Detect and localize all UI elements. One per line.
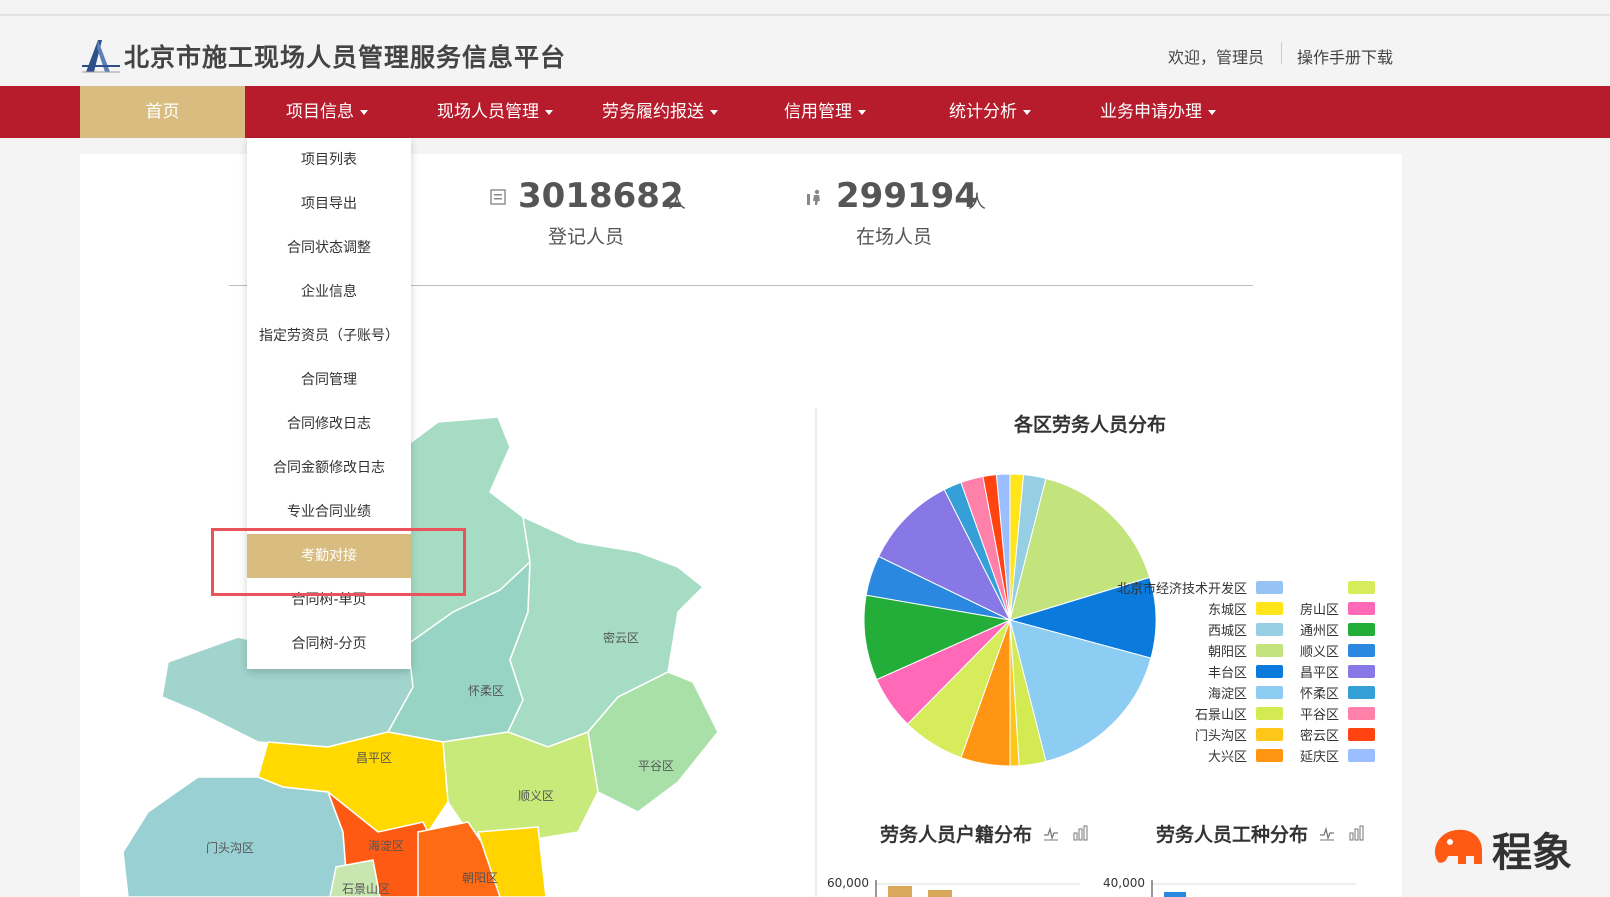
chevron-down-icon: [545, 109, 553, 115]
legend-swatch: [1348, 665, 1375, 678]
legend-swatch: [1348, 623, 1375, 636]
map-label-miyun: 密云区: [603, 630, 639, 645]
worker-onsite-icon: [807, 189, 820, 205]
annotation-highlight-box: [211, 528, 466, 596]
nav-item-credit[interactable]: 信用管理: [765, 86, 885, 138]
menu-item-project-list[interactable]: 项目列表: [247, 138, 411, 182]
platform-logo-icon: [82, 40, 120, 73]
legend-swatch: [1348, 728, 1375, 741]
nav-item-label: 业务申请办理: [1100, 102, 1202, 122]
legend-item[interactable]: 延庆区: [1195, 746, 1375, 765]
onsite-count: 299194: [836, 176, 978, 216]
legend-item[interactable]: 顺义区: [1195, 641, 1375, 660]
nav-item-label: 劳务履约报送: [602, 102, 704, 122]
menu-item-contract-tree-paged[interactable]: 合同树-分页: [247, 622, 411, 666]
map-label-changping: 昌平区: [356, 751, 392, 765]
map-label-mentougou: 门头沟区: [206, 840, 254, 855]
legend-label: 房山区: [1299, 603, 1339, 618]
menu-item-company-info[interactable]: 企业信息: [247, 270, 411, 314]
onsite-unit: 人: [968, 192, 986, 213]
vertical-divider: [815, 408, 817, 897]
registered-unit: 人: [668, 192, 686, 213]
chevron-down-icon: [1023, 109, 1031, 115]
legend-swatch: [1348, 686, 1375, 699]
legend-label: 延庆区: [1299, 750, 1339, 765]
worktype-chart-title: 劳务人员工种分布: [1156, 824, 1309, 846]
household-y-tick: 60,000: [827, 876, 869, 890]
nav-item-label: 首页: [145, 102, 180, 122]
menu-item-contract-change-log[interactable]: 合同修改日志: [247, 402, 411, 446]
map-label-chaoyang: 朝阳区: [462, 871, 498, 885]
menu-item-amount-change-log[interactable]: 合同金额修改日志: [247, 446, 411, 490]
beijing-district-map: 密云区 怀柔区 昌平区 顺义区 平谷区 门头沟区 海淀区 朝阳区 石景山区: [122, 416, 719, 897]
legend-item[interactable]: 密云区: [1195, 725, 1375, 744]
elephant-logo-icon: [1434, 829, 1482, 864]
menu-item-contract-management[interactable]: 合同管理: [247, 358, 411, 402]
chevron-down-icon: [360, 109, 368, 115]
registered-label: 登记人员: [548, 226, 625, 248]
legend-swatch: [1348, 602, 1375, 615]
map-label-pinggu: 平谷区: [638, 759, 674, 773]
nav-item-home[interactable]: 首页: [80, 86, 245, 138]
nav-item-personnel[interactable]: 现场人员管理: [425, 86, 565, 138]
registered-count: 3018682: [518, 176, 684, 216]
legend-item[interactable]: [1195, 578, 1375, 596]
legend-item[interactable]: 通州区: [1195, 620, 1375, 639]
line-chart-icon[interactable]: [1319, 825, 1335, 841]
manual-download-link[interactable]: 操作手册下载: [1297, 44, 1393, 68]
bar: [1164, 892, 1186, 897]
header: 北京市施工现场人员管理服务信息平台 欢迎，管理员 操作手册下载: [0, 16, 1610, 86]
nav-item-project-info[interactable]: 项目信息: [261, 86, 393, 138]
welcome-text: 欢迎，管理员: [1168, 48, 1265, 67]
household-chart-title: 劳务人员户籍分布: [880, 824, 1033, 846]
map-label-huairou: 怀柔区: [468, 684, 504, 698]
nav-item-label: 信用管理: [784, 102, 852, 122]
map-label-haidian: 海淀区: [368, 838, 404, 853]
pie-chart-title: 各区劳务人员分布: [1014, 414, 1167, 436]
map-region-mentougou: [122, 776, 349, 897]
menu-item-project-export[interactable]: 项目导出: [247, 182, 411, 226]
legend-item[interactable]: 怀柔区: [1195, 683, 1375, 702]
nav-item-business-apply[interactable]: 业务申请办理: [1088, 86, 1228, 138]
register-icon: [490, 189, 506, 205]
nav-item-label: 项目信息: [286, 102, 354, 122]
line-chart-icon[interactable]: [1043, 825, 1059, 841]
watermark-text: 程象: [1492, 830, 1572, 876]
nav-item-label: 统计分析: [949, 102, 1017, 122]
menu-item-contract-status[interactable]: 合同状态调整: [247, 226, 411, 270]
worktype-bar-chart: [1151, 880, 1356, 897]
legend-label: 平谷区: [1299, 708, 1339, 723]
chevron-down-icon: [858, 109, 866, 115]
site-title: 北京市施工现场人员管理服务信息平台: [124, 43, 567, 72]
legend-swatch: [1348, 749, 1375, 762]
legend-label: 顺义区: [1299, 645, 1339, 660]
menu-item-labor-officer[interactable]: 指定劳资员（子账号）: [247, 314, 411, 358]
legend-label: 通州区: [1299, 624, 1339, 639]
onsite-label: 在场人员: [856, 226, 933, 248]
legend-item[interactable]: 平谷区: [1195, 704, 1375, 723]
nav-item-statistics[interactable]: 统计分析: [930, 86, 1050, 138]
legend-swatch: [1348, 707, 1375, 720]
worktype-y-tick: 40,000: [1103, 876, 1145, 890]
legend-label: 怀柔区: [1299, 687, 1339, 702]
bar-chart-icon[interactable]: [1348, 825, 1364, 841]
bar: [888, 886, 912, 897]
legend-swatch: [1348, 644, 1375, 657]
legend-item[interactable]: 房山区: [1195, 599, 1375, 618]
map-label-shunyi: 顺义区: [518, 789, 554, 803]
nav-item-label: 现场人员管理: [437, 102, 539, 122]
map-label-shijingshan: 石景山区: [342, 882, 390, 896]
legend-label: 密云区: [1299, 729, 1339, 744]
chevron-down-icon: [710, 109, 718, 115]
bar-chart-icon[interactable]: [1072, 825, 1088, 841]
bar: [928, 890, 952, 897]
legend-item[interactable]: 昌平区: [1195, 662, 1375, 681]
chevron-down-icon: [1208, 109, 1216, 115]
main-nav: 首页 项目信息 现场人员管理 劳务履约报送 信用管理 统计分析 业务申请办理: [0, 86, 1610, 138]
nav-item-labor-report[interactable]: 劳务履约报送: [590, 86, 730, 138]
legend-label: 昌平区: [1299, 666, 1339, 681]
header-separator: [1281, 42, 1282, 64]
household-bar-chart: [875, 880, 1080, 897]
legend-swatch: [1348, 581, 1375, 594]
